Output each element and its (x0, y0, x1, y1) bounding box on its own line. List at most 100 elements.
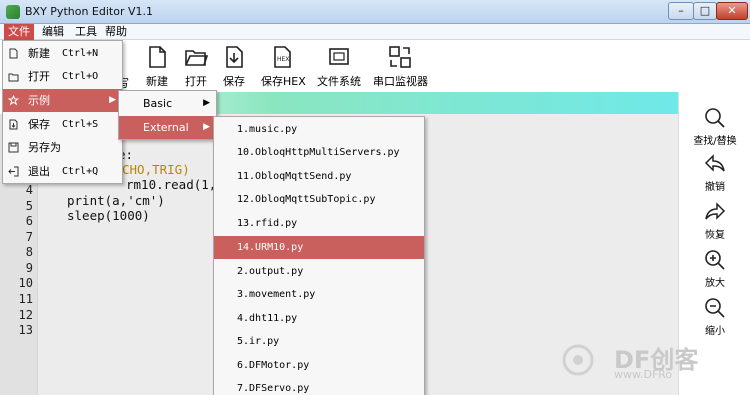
toolbar-save-hex-label: 保存HEX (261, 75, 306, 88)
maximize-button[interactable]: □ (693, 2, 717, 20)
file-menu-new-shortcut: Ctrl+N (62, 48, 99, 59)
minimize-button[interactable]: – (668, 2, 694, 20)
menu-edit[interactable]: 编辑 (38, 24, 68, 40)
file-menu-save-as-label: 另存为 (28, 141, 61, 154)
submenu-arrow-icon: ▶ (203, 98, 210, 108)
menu-help[interactable]: 帮助 (101, 24, 131, 40)
external-example-item[interactable]: 11.ObloqMqttSend.py (214, 165, 424, 188)
watermark-subtext: www.DFRo (614, 368, 673, 381)
file-menu-open-shortcut: Ctrl+O (62, 71, 99, 82)
toolbar-save-button[interactable]: 保存 (219, 44, 249, 89)
file-menu-new-label: 新建 (28, 47, 50, 60)
toolbar-save-label: 保存 (223, 75, 245, 88)
find-replace-button[interactable]: 查找/替换 (679, 106, 750, 147)
toolbar-new-label: 新建 (146, 75, 168, 88)
undo-button[interactable]: 撤销 (679, 152, 750, 193)
external-example-item[interactable]: 7.DFServo.py (214, 377, 424, 395)
close-button[interactable]: ✕ (716, 2, 748, 20)
external-example-label: 2.output.py (237, 266, 304, 277)
toolbar-file-system-button[interactable]: 文件系统 (317, 44, 361, 89)
line-number: 10 (18, 276, 33, 290)
external-example-label: 4.dht11.py (237, 313, 298, 324)
external-example-label: 10.ObloqHttpMultiServers.py (237, 147, 400, 158)
save-hex-icon: HEX (274, 46, 291, 68)
zoom-in-icon (705, 250, 725, 270)
external-example-item[interactable]: 3.movement.py (214, 283, 424, 306)
serial-monitor-icon (389, 46, 411, 68)
file-menu-open[interactable]: 打开 Ctrl+O (3, 65, 122, 88)
external-example-label: 7.DFServo.py (237, 383, 310, 394)
file-system-icon (329, 48, 349, 65)
file-menu-examples-label: 示例 (28, 94, 50, 107)
new-file-icon (9, 48, 18, 59)
submenu-arrow-icon: ▶ (109, 95, 116, 105)
line-number: 7 (25, 230, 33, 244)
external-example-label: 3.movement.py (237, 289, 316, 300)
examples-submenu-basic[interactable]: Basic ▶ (119, 92, 216, 115)
toolbar-open-button[interactable]: 打开 (181, 44, 211, 89)
examples-submenu-external[interactable]: External ▶ (119, 116, 216, 139)
external-example-item[interactable]: 10.ObloqHttpMultiServers.py (214, 141, 424, 164)
menu-bar: 文件 编辑 工具 帮助 (0, 24, 750, 40)
line-number: 8 (25, 245, 33, 259)
external-example-item[interactable]: 13.rfid.py (214, 212, 424, 235)
redo-icon (705, 202, 726, 220)
code-line: rm10.read(1,2 (126, 177, 224, 192)
line-number: 12 (18, 308, 33, 322)
example-icon (8, 95, 19, 106)
line-number: 6 (25, 214, 33, 228)
file-menu-save-label: 保存 (28, 118, 50, 131)
line-number: 11 (18, 292, 33, 306)
external-example-label: 14.URM10.py (237, 242, 304, 253)
file-menu-save-as[interactable]: 另存为 (3, 136, 122, 159)
external-example-label: 5.ir.py (237, 336, 280, 347)
app-logo-icon (6, 5, 20, 19)
toolbar-new-button[interactable]: 新建 (142, 44, 172, 89)
open-folder-icon (8, 73, 19, 82)
code-line: print(a,'cm') (67, 193, 165, 208)
external-examples-submenu: 1.music.py 10.ObloqHttpMultiServers.py 1… (213, 116, 425, 395)
external-example-label: 13.rfid.py (237, 218, 298, 229)
examples-submenu-external-label: External (143, 121, 189, 134)
menu-tools[interactable]: 工具 (71, 24, 101, 40)
file-menu-save[interactable]: 保存 Ctrl+S (3, 113, 122, 136)
new-file-icon (149, 46, 166, 68)
undo-label: 撤销 (705, 182, 725, 193)
zoom-in-button[interactable]: 放大 (679, 248, 750, 289)
zoom-in-label: 放大 (705, 278, 725, 289)
window-title: BXY Python Editor V1.1 (25, 5, 153, 18)
line-number: 4 (25, 183, 33, 197)
file-menu-save-shortcut: Ctrl+S (62, 119, 99, 130)
zoom-out-icon (705, 298, 725, 318)
save-icon (226, 46, 243, 68)
external-example-item[interactable]: 1.music.py (214, 118, 424, 141)
external-example-item[interactable]: 2.output.py (214, 260, 424, 283)
code-line: sleep(1000) (67, 208, 150, 223)
toolbar-serial-monitor-button[interactable]: 串口监视器 (373, 44, 428, 89)
open-folder-icon (185, 50, 209, 66)
file-menu-exit-shortcut: Ctrl+Q (62, 166, 99, 177)
toolbar-file-system-label: 文件系统 (317, 75, 361, 88)
redo-label: 恢复 (705, 230, 725, 241)
file-menu-exit[interactable]: 退出 Ctrl+Q (3, 160, 122, 183)
external-example-label: 1.music.py (237, 124, 298, 135)
external-example-item[interactable]: 5.ir.py (214, 330, 424, 353)
toolbar-save-hex-button[interactable]: HEX 保存HEX (261, 44, 306, 89)
external-example-item[interactable]: 4.dht11.py (214, 307, 424, 330)
external-example-item[interactable]: 6.DFMotor.py (214, 354, 424, 377)
file-menu-open-label: 打开 (28, 70, 50, 83)
save-icon (9, 119, 18, 130)
external-example-item[interactable]: 12.ObloqMqttSubTopic.py (214, 188, 424, 211)
file-menu-exit-label: 退出 (28, 165, 50, 178)
file-menu-new[interactable]: 新建 Ctrl+N (3, 42, 122, 65)
external-example-item-selected[interactable]: 14.URM10.py (214, 236, 424, 259)
exit-icon (8, 166, 19, 177)
line-number: 5 (25, 199, 33, 213)
menu-file[interactable]: 文件 (4, 24, 34, 40)
file-menu-dropdown: 新建 Ctrl+N 打开 Ctrl+O 示例 ▶ 保存 Ctrl+S 另存为 退… (2, 40, 123, 184)
external-example-label: 12.ObloqMqttSubTopic.py (237, 194, 376, 205)
file-menu-examples[interactable]: 示例 ▶ (3, 89, 122, 112)
redo-button[interactable]: 恢复 (679, 200, 750, 241)
undo-icon (704, 154, 725, 172)
submenu-arrow-icon: ▶ (203, 122, 210, 132)
